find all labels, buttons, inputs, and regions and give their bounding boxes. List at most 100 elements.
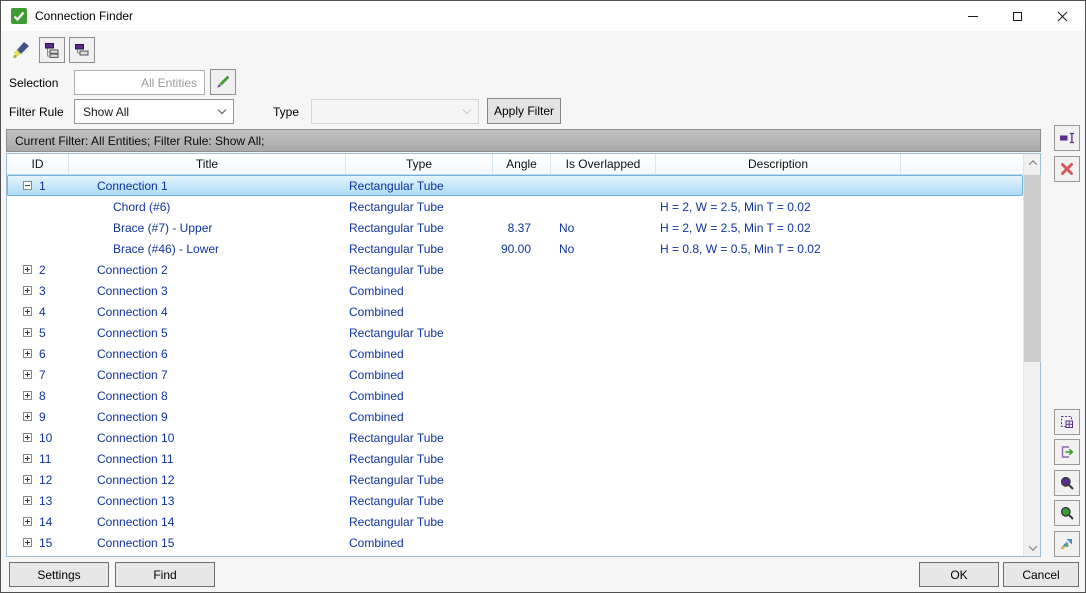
cell-type: Rectangular Tube [346,196,493,217]
expand-plus-icon[interactable] [23,454,32,463]
table-row[interactable]: 13Connection 13Rectangular Tube [7,490,1023,511]
settings-button[interactable]: Settings [9,562,109,587]
table-row[interactable]: 11Connection 11Rectangular Tube [7,448,1023,469]
delete-button[interactable] [1054,156,1080,182]
table-row[interactable]: 15Connection 15Combined [7,532,1023,553]
cell-type: Rectangular Tube [346,259,493,280]
expand-plus-icon[interactable] [23,370,32,379]
cell-overlapped [551,280,656,301]
cell-title: Connection 10 [69,427,346,448]
table-row[interactable]: Brace (#7) - UpperRectangular Tube8.37No… [7,217,1023,238]
column-header-overlapped[interactable]: Is Overlapped [551,154,656,174]
cell-description: H = 2, W = 2.5, Min T = 0.02 [656,217,1023,238]
type-label: Type [273,105,299,119]
table-row[interactable]: 1Connection 1Rectangular Tube [7,175,1023,196]
zoom-selected-button[interactable] [1054,470,1080,496]
vertical-scrollbar[interactable] [1023,154,1040,556]
table-row[interactable]: 9Connection 9Combined [7,406,1023,427]
expand-all-button[interactable] [39,37,65,63]
cell-description [656,343,1023,364]
filter-rule-label: Filter Rule [9,105,64,119]
cell-overlapped [551,427,656,448]
cell-angle [493,532,551,553]
expand-plus-icon[interactable] [23,265,32,274]
highlight-brush-button[interactable] [9,37,35,63]
scroll-up-button[interactable] [1024,154,1041,171]
table-row[interactable]: 4Connection 4Combined [7,301,1023,322]
scroll-down-button[interactable] [1024,539,1041,556]
cell-id: 13 [7,490,69,511]
apply-filter-button[interactable]: Apply Filter [487,98,561,124]
column-header-id[interactable]: ID [7,154,69,174]
table-row[interactable]: 3Connection 3Combined [7,280,1023,301]
cell-title: Connection 2 [69,259,346,280]
expand-plus-icon[interactable] [23,412,32,421]
cell-overlapped [551,322,656,343]
delete-icon [1059,161,1075,177]
cell-title: Connection 13 [69,490,346,511]
cell-description [656,427,1023,448]
expand-plus-icon[interactable] [23,475,32,484]
ok-button[interactable]: OK [919,562,999,587]
expand-plus-icon[interactable] [23,538,32,547]
cell-overlapped [551,259,656,280]
cell-type: Rectangular Tube [346,175,493,196]
cell-description [656,385,1023,406]
expand-plus-icon[interactable] [23,307,32,316]
type-select[interactable] [311,99,479,124]
cell-title: Connection 1 [69,175,346,196]
column-header-title[interactable]: Title [69,154,346,174]
grid-header: ID Title Type Angle Is Overlapped Descri… [7,154,1023,175]
find-button[interactable]: Find [115,562,215,587]
expand-plus-icon[interactable] [23,496,32,505]
cancel-button[interactable]: Cancel [1003,562,1079,587]
table-row[interactable]: 6Connection 6Combined [7,343,1023,364]
table-row[interactable]: 8Connection 8Combined [7,385,1023,406]
filter-rule-select[interactable]: Show All [74,99,234,124]
cell-angle [493,448,551,469]
rename-button[interactable] [1054,125,1080,151]
cell-id: 3 [7,280,69,301]
table-row[interactable]: Brace (#46) - LowerRectangular Tube90.00… [7,238,1023,259]
table-row[interactable]: 10Connection 10Rectangular Tube [7,427,1023,448]
cell-angle [493,511,551,532]
selection-picker-button[interactable] [210,69,236,95]
expand-plus-icon[interactable] [23,391,32,400]
cell-overlapped: No [551,238,656,259]
close-button[interactable] [1040,1,1085,31]
collapse-minus-icon[interactable] [23,181,32,190]
cell-id [7,196,69,217]
maximize-button[interactable] [995,1,1040,31]
cell-title: Brace (#46) - Lower [69,238,346,259]
zoom-all-button[interactable] [1054,500,1080,526]
column-header-type[interactable]: Type [346,154,493,174]
select-elements-button[interactable] [1054,409,1080,435]
cell-id: 12 [7,469,69,490]
table-row[interactable]: 2Connection 2Rectangular Tube [7,259,1023,280]
table-row[interactable]: 12Connection 12Rectangular Tube [7,469,1023,490]
expand-plus-icon[interactable] [23,433,32,442]
cell-type: Rectangular Tube [346,490,493,511]
zoom-all-icon [1059,505,1075,521]
table-row[interactable]: 7Connection 7Combined [7,364,1023,385]
current-filter-bar: Current Filter: All Entities; Filter Rul… [6,129,1041,152]
chart-button[interactable] [1054,531,1080,557]
cell-angle [493,469,551,490]
table-row[interactable]: 14Connection 14Rectangular Tube [7,511,1023,532]
table-row[interactable]: 5Connection 5Rectangular Tube [7,322,1023,343]
scrollbar-thumb[interactable] [1024,175,1041,362]
collapse-all-button[interactable] [69,37,95,63]
expand-plus-icon[interactable] [23,328,32,337]
cell-type: Rectangular Tube [346,469,493,490]
export-button[interactable] [1054,439,1080,465]
table-row[interactable]: Chord (#6)Rectangular TubeH = 2, W = 2.5… [7,196,1023,217]
expand-plus-icon[interactable] [23,349,32,358]
column-header-description[interactable]: Description [656,154,901,174]
connection-finder-window: Connection Finder [0,0,1086,593]
selection-input[interactable] [74,70,205,95]
expand-plus-icon[interactable] [23,517,32,526]
column-header-angle[interactable]: Angle [493,154,551,174]
expand-plus-icon[interactable] [23,286,32,295]
cell-type: Combined [346,301,493,322]
minimize-button[interactable] [950,1,995,31]
